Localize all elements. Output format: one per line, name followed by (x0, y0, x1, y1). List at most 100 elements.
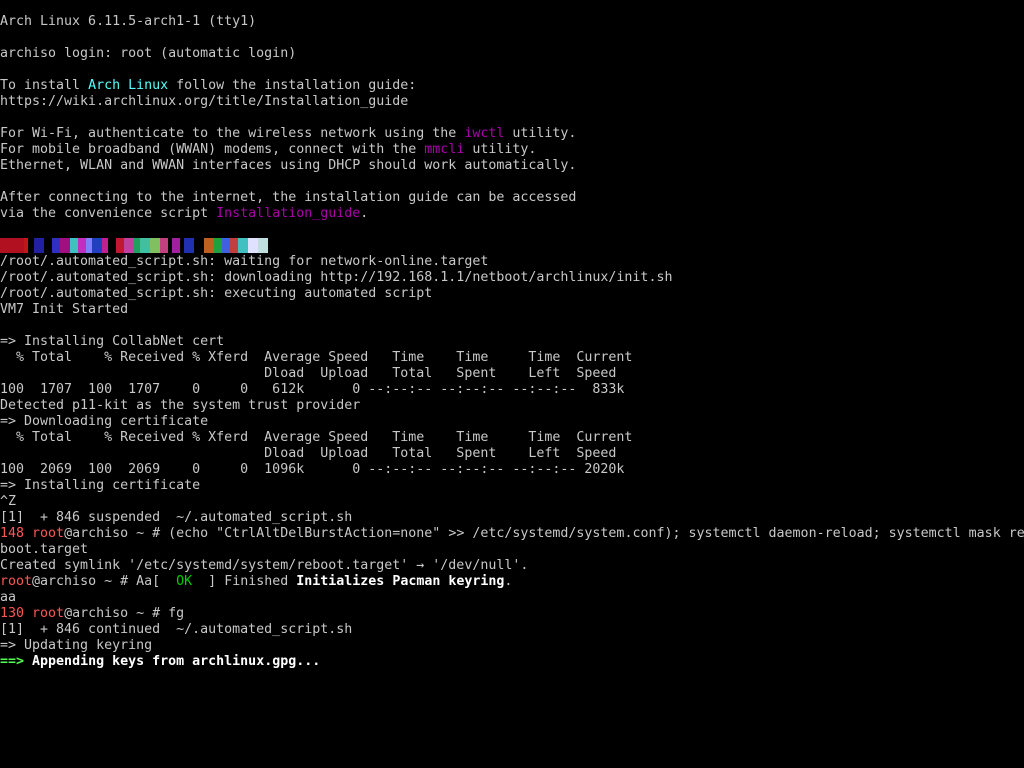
glitch-block (124, 238, 134, 253)
console-text-segment: root (32, 526, 65, 541)
glitch-block (108, 238, 116, 253)
console-text-segment: 100 1707 100 1707 0 0 612k 0 --:--:-- --… (0, 382, 625, 397)
console-text-segment: /root/.automated_script.sh: waiting for … (0, 254, 489, 269)
console-line: https://wiki.archlinux.org/title/Install… (0, 94, 1024, 110)
console-text-segment: ==> (0, 654, 25, 669)
console-text-segment: => Updating keyring (0, 638, 153, 653)
console-text-segment: => Installing certificate (0, 478, 201, 493)
console-text-segment: Created symlink '/etc/systemd/system/reb… (0, 558, 529, 573)
console-line: root@archiso ~ # Aa[ OK ] Finished Initi… (0, 574, 1024, 590)
glitch-block (222, 238, 230, 253)
console-line: /root/.automated_script.sh: executing au… (0, 286, 1024, 302)
glitch-block (0, 238, 24, 253)
glitch-block (70, 238, 78, 253)
console-text-segment: utility. (464, 142, 537, 157)
console-text-segment: [1] + 846 suspended ~/.automated_script.… (0, 510, 353, 525)
console-text-segment: Installation_guide (216, 206, 361, 221)
console-text-segment: iwctl (464, 126, 505, 141)
console-text-segment: For Wi-Fi, authenticate to the wireless … (0, 126, 465, 141)
console-line: ==> Appending keys from archlinux.gpg... (0, 654, 1024, 670)
glitch-block (78, 238, 86, 253)
console-text-segment: VM7 Init Started (0, 302, 129, 317)
console-line: ^Z (0, 494, 1024, 510)
console-line: Dload Upload Total Spent Left Speed (0, 446, 1024, 462)
console-text-segment: utility. (504, 126, 577, 141)
console-line: 148 root@archiso ~ # (echo "CtrlAltDelBu… (0, 526, 1024, 542)
glitch-block (184, 238, 194, 253)
console-text-segment: OK (176, 574, 193, 589)
console-text-segment: Arch Linux 6.11.5-arch1-1 (tty1) (0, 14, 257, 29)
console-line: Created symlink '/etc/systemd/system/reb… (0, 558, 1024, 574)
console-line: To install Arch Linux follow the install… (0, 78, 1024, 94)
console-garbled-line (0, 238, 1024, 254)
glitch-block (230, 238, 238, 253)
console-text-segment: 100 2069 100 2069 0 0 1096k 0 --:--:-- -… (0, 462, 625, 477)
console-line: 130 root@archiso ~ # fg (0, 606, 1024, 622)
console-line: [1] + 846 continued ~/.automated_script.… (0, 622, 1024, 638)
console-text-segment: follow the installation guide: (168, 78, 417, 93)
console-line: VM7 Init Started (0, 302, 1024, 318)
console-line: via the convenience script Installation_… (0, 206, 1024, 222)
console-text-segment: Arch Linux (88, 78, 169, 93)
console-text-segment: After connecting to the internet, the in… (0, 190, 577, 205)
console-text-segment: % Total % Received % Xferd Average Speed… (0, 430, 633, 445)
console-line: [1] + 846 suspended ~/.automated_script.… (0, 510, 1024, 526)
console-text-segment: 130 (0, 606, 33, 621)
console-text-segment: mmcli (424, 142, 465, 157)
console-line: % Total % Received % Xferd Average Speed… (0, 350, 1024, 366)
console-text-segment: root (0, 574, 33, 589)
console-text-segment: Appending keys from archlinux.gpg... (24, 654, 321, 669)
console-line: archiso login: root (automatic login) (0, 46, 1024, 62)
console-text-segment: Initializes Pacman keyring (296, 574, 505, 589)
console-text-segment: @archiso ~ # fg (64, 606, 185, 621)
console-text-segment: archiso login: root (automatic login) (0, 46, 297, 61)
console-text-segment: 148 (0, 526, 33, 541)
console-text-segment: ^Z (0, 494, 17, 509)
console-line: boot.target (0, 542, 1024, 558)
console-line: aa (0, 590, 1024, 606)
console-text-segment: via the convenience script (0, 206, 217, 221)
console-text-segment: @archiso ~ # Aa[ (32, 574, 177, 589)
console-text-segment: Dload Upload Total Spent Left Speed (0, 446, 617, 461)
console-text-segment: @archiso ~ # (echo "CtrlAltDelBurstActio… (64, 526, 1024, 541)
console-line: => Installing CollabNet cert (0, 334, 1024, 350)
glitch-block (140, 238, 150, 253)
console-text-segment: Finished (224, 574, 297, 589)
glitch-block (204, 238, 214, 253)
console-text-segment: % Total % Received % Xferd Average Speed… (0, 350, 633, 365)
console-line: => Installing certificate (0, 478, 1024, 494)
glitch-block (92, 238, 102, 253)
console-text-segment: => Installing CollabNet cert (0, 334, 225, 349)
console-text-segment: . (360, 206, 369, 221)
glitch-block (34, 238, 44, 253)
console-line: Dload Upload Total Spent Left Speed (0, 366, 1024, 382)
console-line: Ethernet, WLAN and WWAN interfaces using… (0, 158, 1024, 174)
console-line: For Wi-Fi, authenticate to the wireless … (0, 126, 1024, 142)
console-text-segment: boot.target (0, 542, 89, 557)
console-text-segment: [1] + 846 continued ~/.automated_script.… (0, 622, 353, 637)
console-text-segment: aa (0, 590, 17, 605)
console-line: 100 2069 100 2069 0 0 1096k 0 --:--:-- -… (0, 462, 1024, 478)
glitch-block (60, 238, 70, 253)
glitch-block (258, 238, 268, 253)
tty-console[interactable]: Arch Linux 6.11.5-arch1-1 (tty1) archiso … (0, 14, 1024, 768)
console-text-segment: root (32, 606, 65, 621)
glitch-block (116, 238, 124, 253)
console-line: => Updating keyring (0, 638, 1024, 654)
console-line: After connecting to the internet, the in… (0, 190, 1024, 206)
glitch-block (150, 238, 160, 253)
console-line: /root/.automated_script.sh: downloading … (0, 270, 1024, 286)
console-text-segment: Ethernet, WLAN and WWAN interfaces using… (0, 158, 577, 173)
glitch-artifact (0, 238, 1024, 253)
console-line: 100 1707 100 1707 0 0 612k 0 --:--:-- --… (0, 382, 1024, 398)
glitch-block (238, 238, 248, 253)
glitch-block (194, 238, 204, 253)
glitch-block (160, 238, 168, 253)
console-line: Detected p11-kit as the system trust pro… (0, 398, 1024, 414)
